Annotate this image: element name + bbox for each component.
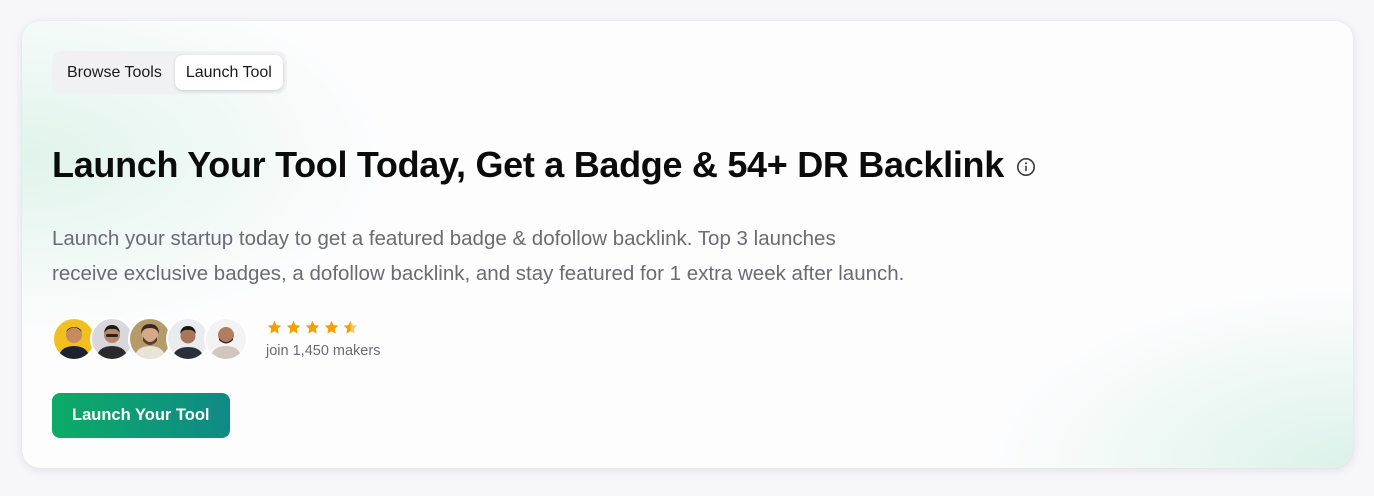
star-icon [323,319,340,336]
star-icon [266,319,283,336]
launch-your-tool-button[interactable]: Launch Your Tool [52,393,230,438]
tab-launch-tool[interactable]: Launch Tool [174,55,283,90]
star-rating [266,319,380,336]
rating-block: join 1,450 makers [266,319,380,359]
star-icon [285,319,302,336]
star-half-icon [342,319,359,336]
description-line-2: receive exclusive badges, a dofollow bac… [52,262,905,285]
info-circle-icon[interactable] [1016,157,1036,177]
headline-row: Launch Your Tool Today, Get a Badge & 54… [52,143,1036,187]
page-title: Launch Your Tool Today, Get a Badge & 54… [52,144,1004,185]
description: Launch your startup today to get a featu… [52,221,1032,291]
social-proof: join 1,450 makers [52,317,380,361]
description-line-1: Launch your startup today to get a featu… [52,227,836,250]
launch-card: Browse Tools Launch Tool Launch Your Too… [22,21,1353,468]
makers-count: join 1,450 makers [266,343,381,359]
avatar-group [52,317,248,361]
tab-switcher: Browse Tools Launch Tool [52,51,287,94]
avatar [204,317,248,361]
tab-browse-tools[interactable]: Browse Tools [56,55,173,90]
star-icon [304,319,321,336]
